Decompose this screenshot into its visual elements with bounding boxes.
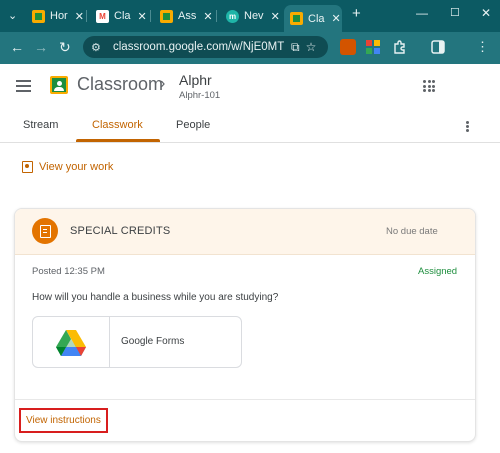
- class-name[interactable]: Alphr: [179, 72, 212, 88]
- close-window-icon[interactable]: ✕: [481, 6, 491, 20]
- google-drive-icon: [56, 330, 86, 356]
- status-badge: Assigned: [418, 266, 458, 277]
- minimize-icon[interactable]: —: [416, 6, 428, 20]
- posted-time: Posted 12:35 PM: [32, 266, 105, 277]
- assignment-icon: [32, 218, 58, 244]
- m-favicon-icon: m: [226, 9, 239, 23]
- close-tab-icon[interactable]: ✕: [203, 10, 212, 23]
- assignment-card: SPECIAL CREDITS No due date Posted 12:35…: [14, 208, 476, 442]
- classroom-favicon-icon: [290, 12, 303, 25]
- tab-stream[interactable]: Stream: [23, 119, 58, 131]
- extension-icon[interactable]: [340, 39, 356, 55]
- gmail-favicon-icon: M: [96, 9, 109, 23]
- attachment-thumbnail: [33, 317, 110, 367]
- url-text[interactable]: classroom.google.com/w/NjE0MTI2...: [113, 41, 285, 53]
- browser-tab-strip: ⌄ Hor ✕ M Cla ✕ Ass ✕ m Nev ✕ Cla ✕ + — …: [0, 0, 500, 32]
- view-your-work-label: View your work: [39, 161, 114, 173]
- close-tab-icon[interactable]: ✕: [138, 10, 147, 23]
- classroom-favicon-icon: [160, 9, 173, 23]
- site-info-icon[interactable]: ⚙: [91, 40, 105, 54]
- browser-tab-3[interactable]: Ass ✕: [154, 4, 219, 28]
- due-date: No due date: [386, 226, 438, 237]
- breadcrumb-chevron-icon: ›: [160, 75, 166, 92]
- classroom-logo-icon: [50, 76, 68, 94]
- assignment-card-header[interactable]: SPECIAL CREDITS No due date: [15, 209, 475, 255]
- close-tab-icon[interactable]: ✕: [271, 10, 280, 23]
- tab-classwork[interactable]: Classwork: [92, 119, 143, 131]
- browser-tab-4[interactable]: m Nev ✕: [220, 4, 286, 28]
- tab-search-chevron-icon[interactable]: ⌄: [8, 8, 17, 24]
- more-options-icon[interactable]: [466, 121, 469, 132]
- view-your-work-link[interactable]: View your work: [22, 161, 113, 173]
- bookmark-star-icon[interactable]: ☆: [306, 40, 317, 54]
- cast-icon[interactable]: ⧉: [291, 40, 300, 55]
- view-instructions-label: View instructions: [26, 415, 101, 426]
- tab-people[interactable]: People: [176, 119, 210, 131]
- grid-extension-icon[interactable]: [365, 39, 381, 55]
- browser-tab-2[interactable]: M Cla ✕: [90, 4, 153, 28]
- extensions-puzzle-icon[interactable]: [392, 39, 408, 55]
- close-tab-icon[interactable]: ✕: [332, 12, 341, 25]
- class-section: Alphr-101: [179, 90, 221, 101]
- browser-tab-5-active[interactable]: Cla ✕: [284, 5, 342, 32]
- person-badge-icon: [22, 161, 33, 173]
- header-divider: [0, 142, 500, 143]
- browser-tab-label: Ass: [178, 10, 197, 22]
- forward-icon[interactable]: →: [34, 39, 48, 55]
- browser-tab-label: Nev: [244, 10, 264, 22]
- maximize-icon[interactable]: ☐: [450, 6, 460, 19]
- new-tab-button[interactable]: +: [352, 6, 361, 22]
- browser-tab-label: Cla: [308, 12, 325, 25]
- attachment-name: Google Forms: [121, 336, 185, 347]
- side-panel-icon[interactable]: [430, 39, 446, 55]
- assignment-description: How will you handle a business while you…: [32, 292, 279, 303]
- browser-tab-label: Cla: [114, 10, 131, 22]
- browser-tab-label: Hor: [50, 10, 68, 22]
- browser-toolbar: ← → ↻ ⚙ classroom.google.com/w/NjE0MTI2.…: [0, 32, 500, 62]
- classroom-favicon-icon: [32, 9, 45, 23]
- app-name[interactable]: Classroom: [77, 74, 163, 95]
- browser-tab-1[interactable]: Hor ✕: [26, 4, 90, 28]
- assignment-title: SPECIAL CREDITS: [70, 225, 171, 237]
- view-instructions-button[interactable]: View instructions: [19, 408, 108, 433]
- reload-icon[interactable]: ↻: [59, 39, 71, 55]
- attachment-card[interactable]: Google Forms: [32, 316, 242, 368]
- back-icon[interactable]: ←: [10, 39, 24, 55]
- browser-menu-icon[interactable]: ⋮: [476, 39, 489, 55]
- toolbar-divider: [0, 62, 500, 64]
- close-tab-icon[interactable]: ✕: [75, 10, 84, 23]
- card-footer-divider: [15, 399, 475, 400]
- main-menu-icon[interactable]: [16, 80, 31, 92]
- google-apps-icon[interactable]: [423, 80, 435, 92]
- address-bar[interactable]: ⚙ classroom.google.com/w/NjE0MTI2... ⧉ ☆: [83, 36, 328, 58]
